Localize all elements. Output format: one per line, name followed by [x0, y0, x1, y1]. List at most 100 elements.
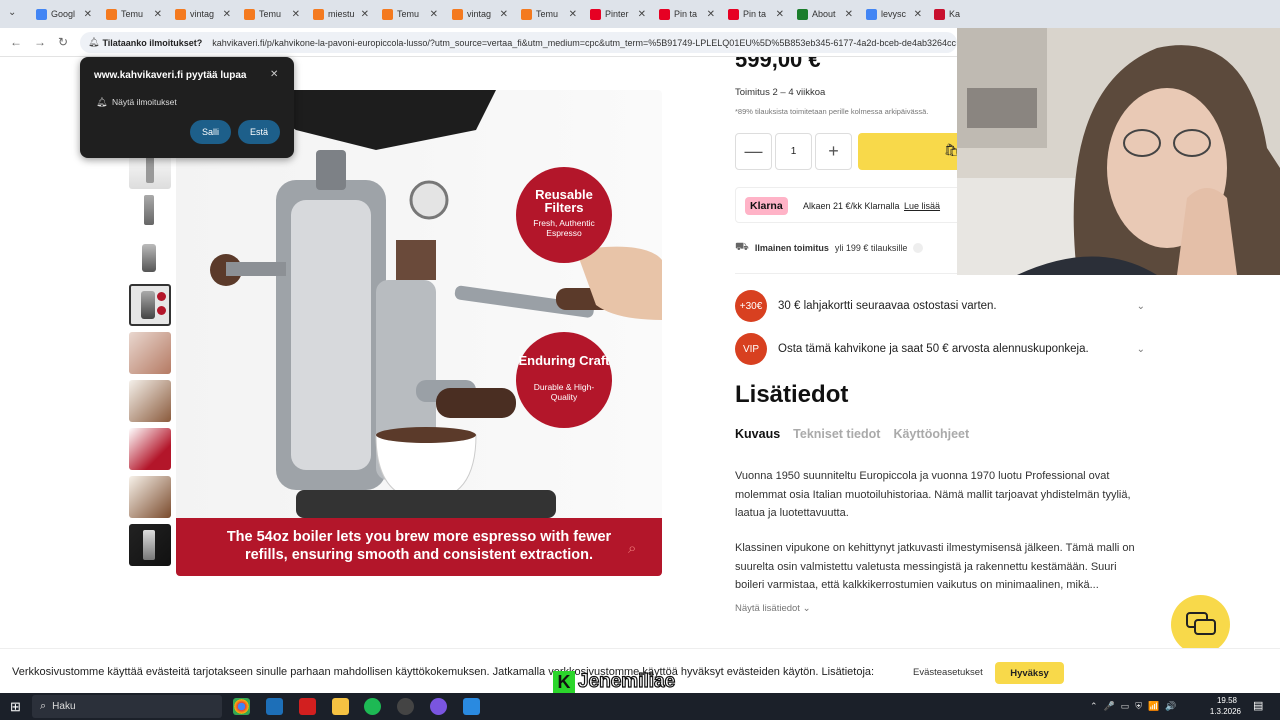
site-info-icon[interactable]: 🔔︎ — [88, 37, 99, 48]
clock-time: 19.58 — [1216, 696, 1237, 705]
taskbar-search[interactable]: ⌕ Haku — [32, 695, 222, 718]
forward-icon[interactable]: → — [34, 35, 46, 49]
product-thumbnail[interactable] — [129, 332, 171, 374]
tab-favicon-icon — [313, 8, 324, 20]
product-thumbnail[interactable] — [129, 236, 171, 278]
tab-favicon-icon — [728, 8, 739, 20]
tab-label: About — [812, 9, 836, 19]
streamer-name: Jenemiliae — [577, 670, 676, 692]
tab-close-icon[interactable]: ✕ — [430, 9, 438, 20]
tab-close-icon[interactable]: ✕ — [776, 9, 784, 20]
system-tray-icons[interactable]: ⌃🎤▭⛨📶🔊 — [1090, 701, 1182, 712]
tab-close-icon[interactable]: ✕ — [292, 9, 300, 20]
allow-button[interactable]: Salli — [190, 120, 231, 144]
tab-label: vintag — [467, 9, 492, 19]
browser-tab[interactable]: Pin ta ✕ — [653, 3, 721, 25]
tab-close-icon[interactable]: ✕ — [707, 9, 715, 20]
tab-close-icon[interactable]: ✕ — [84, 9, 92, 20]
product-thumbnail-selected[interactable] — [129, 284, 171, 326]
tab-close-icon[interactable]: ✕ — [845, 9, 853, 20]
quantity-decrease-button[interactable]: — — [735, 133, 772, 170]
tab-label: Temu — [397, 9, 420, 19]
browser-tab[interactable]: levysc ✕ — [860, 3, 928, 25]
spotify-icon[interactable] — [364, 698, 381, 715]
cookie-accept-button[interactable]: Hyväksy — [995, 662, 1064, 684]
app-icon[interactable] — [430, 698, 447, 715]
tab-favicon-icon — [244, 8, 255, 20]
product-thumbnail[interactable] — [129, 524, 171, 566]
browser-tab[interactable]: Ka — [928, 3, 996, 25]
tab-label: levysc — [881, 9, 907, 19]
outlook-icon[interactable] — [266, 698, 283, 715]
browser-tab[interactable]: miestu ✕ — [307, 3, 375, 25]
tab-close-icon[interactable]: ✕ — [154, 9, 162, 20]
tab-label: Pin ta — [743, 9, 767, 19]
tab-description[interactable]: Kuvaus — [735, 427, 780, 441]
tab-favicon-icon — [934, 8, 945, 20]
product-thumbnail[interactable] — [129, 476, 171, 518]
bell-icon: 🔔︎ — [96, 97, 108, 107]
notification-prompt-chip[interactable]: Tilataanko ilmoitukset? — [102, 38, 202, 48]
notification-permission-popup: www.kahvikaveri.fi pyytää lupaa ✕ 🔔︎ Näy… — [80, 57, 294, 158]
notifications-icon[interactable]: ▤ — [1253, 699, 1263, 712]
product-main-image[interactable]: Reusable Filters Fresh, Authentic Espres… — [176, 90, 662, 576]
windows-start-icon[interactable]: ⊞ — [10, 699, 21, 715]
product-thumbnail[interactable] — [129, 189, 171, 231]
tab-close-icon[interactable]: ✕ — [500, 9, 508, 20]
quantity-input[interactable]: 1 — [775, 133, 812, 170]
zoom-icon[interactable]: ⌕ — [628, 540, 636, 557]
tab-search-chevron-icon[interactable]: ⌄ — [8, 7, 16, 18]
espresso-machine-illustration — [176, 90, 662, 576]
tab-favicon-icon — [36, 8, 47, 20]
tab-label: Ka — [949, 9, 961, 19]
tab-close-icon[interactable]: ✕ — [638, 9, 646, 20]
obs-icon[interactable] — [397, 698, 414, 715]
product-thumbnail[interactable] — [129, 428, 171, 470]
block-button[interactable]: Estä — [238, 120, 280, 144]
tab-technical-details[interactable]: Tekniset tiedot — [793, 427, 880, 441]
browser-tab[interactable]: vintag ✕ — [446, 3, 514, 25]
show-more-link[interactable]: Näytä lisätiedot ⌄ — [735, 603, 811, 614]
info-icon[interactable] — [913, 243, 924, 253]
browser-tab[interactable]: Temu ✕ — [238, 3, 306, 25]
app-l-icon[interactable] — [299, 698, 316, 715]
reload-icon[interactable]: ↻ — [58, 35, 68, 49]
browser-tab[interactable]: About ✕ — [791, 3, 859, 25]
vip-text: Osta tämä kahvikone ja saat 50 € arvosta… — [778, 343, 1089, 355]
tab-favicon-icon — [521, 8, 532, 20]
product-thumbnail[interactable] — [129, 380, 171, 422]
quantity-increase-button[interactable]: + — [815, 133, 852, 170]
browser-tab[interactable]: Pinter ✕ — [584, 3, 652, 25]
gift-card-accordion[interactable]: +30€ 30 € lahjakortti seuraavaa ostostas… — [735, 289, 1145, 323]
tab-close-icon[interactable]: ✕ — [569, 9, 577, 20]
vip-accordion[interactable]: VIP Osta tämä kahvikone ja saat 50 € arv… — [735, 332, 1145, 366]
chevron-down-icon: ⌄ — [1136, 300, 1145, 312]
tab-favicon-icon — [590, 8, 601, 20]
image-caption: The 54oz boiler lets you brew more espre… — [226, 529, 612, 563]
chrome-icon[interactable] — [233, 698, 250, 715]
browser-tab[interactable]: Temu ✕ — [376, 3, 444, 25]
paint-icon[interactable] — [463, 698, 480, 715]
file-explorer-icon[interactable] — [332, 698, 349, 715]
browser-tab[interactable]: Temu ✕ — [100, 3, 168, 25]
browser-tab-strip: ⌄ Googl ✕ Temu ✕ vintag ✕ Temu ✕ miestu ✕ Temu ✕ vin… — [0, 0, 1280, 28]
klarna-read-more-link[interactable]: Lue lisää — [904, 201, 940, 211]
tab-favicon-icon — [175, 8, 186, 20]
browser-tab[interactable]: Googl ✕ — [30, 3, 98, 25]
chat-button[interactable] — [1171, 595, 1230, 654]
tab-label: vintag — [190, 9, 215, 19]
tab-close-icon[interactable]: ✕ — [914, 9, 922, 20]
popup-close-icon[interactable]: ✕ — [270, 69, 278, 80]
browser-tab[interactable]: vintag ✕ — [169, 3, 237, 25]
browser-tab[interactable]: Pin ta ✕ — [722, 3, 790, 25]
url-omnibox[interactable]: 🔔︎ Tilataanko ilmoitukset? kahvikaveri.f… — [80, 32, 957, 53]
cookie-settings-link[interactable]: Evästeasetukset — [913, 667, 983, 678]
tab-user-manual[interactable]: Käyttöohjeet — [893, 427, 969, 441]
tab-close-icon[interactable]: ✕ — [361, 9, 369, 20]
browser-tab[interactable]: Temu ✕ — [515, 3, 583, 25]
tab-close-icon[interactable]: ✕ — [223, 9, 231, 20]
url-text[interactable]: kahvikaveri.fi/p/kahvikone-la-pavoni-eur… — [212, 38, 956, 48]
tab-label: Pin ta — [674, 9, 698, 19]
back-icon[interactable]: ← — [10, 35, 22, 49]
kick-logo-icon: K — [553, 671, 575, 693]
